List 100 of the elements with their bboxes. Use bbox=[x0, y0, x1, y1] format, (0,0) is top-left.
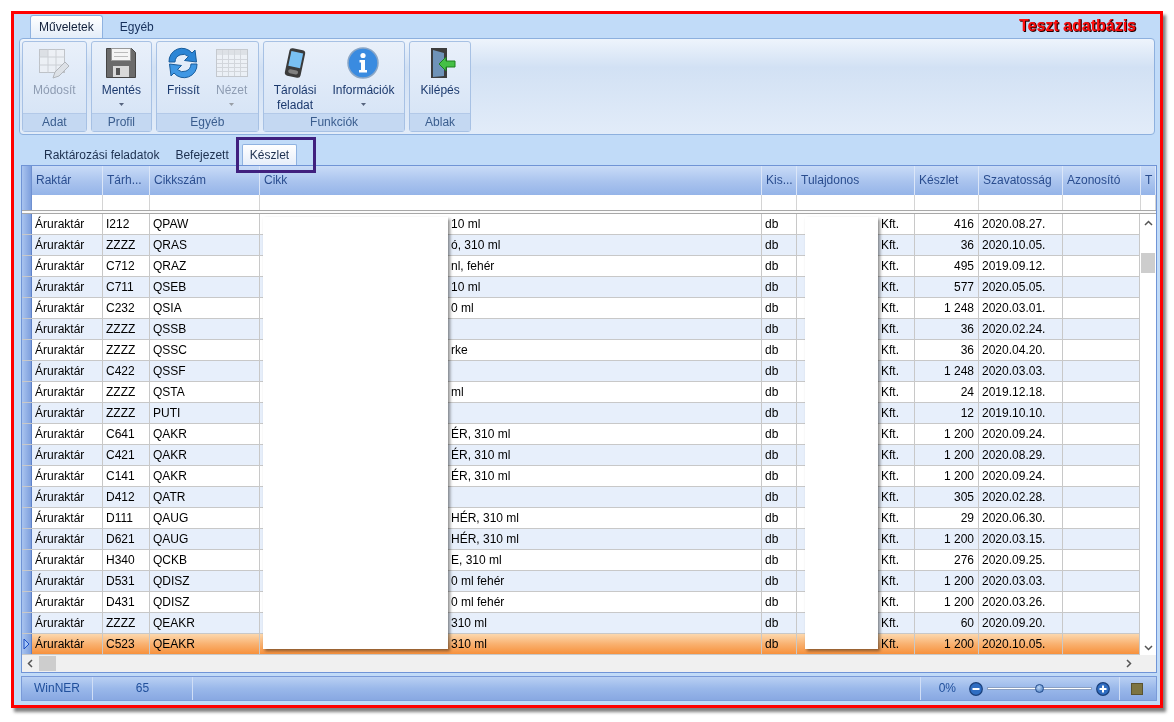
row-selector[interactable] bbox=[22, 508, 32, 528]
view-tab[interactable]: Befejezett bbox=[167, 144, 237, 165]
row-selector[interactable] bbox=[22, 529, 32, 549]
row-selector[interactable] bbox=[22, 256, 32, 276]
ribbon-button[interactable]: Kilépés bbox=[415, 42, 465, 113]
ribbon-button[interactable]: Mentés bbox=[96, 42, 147, 113]
group-label: Profil bbox=[91, 113, 152, 131]
database-label: Teszt adatbázis bbox=[1018, 17, 1136, 35]
group-label: Funkciók bbox=[263, 113, 405, 131]
table-cell: ÉR, 310 ml bbox=[450, 424, 762, 444]
table-cell: 10 ml bbox=[450, 214, 762, 234]
table-cell: 60 bbox=[915, 613, 979, 633]
horizontal-scrollbar[interactable] bbox=[22, 655, 1156, 672]
ribbon-button[interactable]: Frissít bbox=[162, 42, 205, 113]
table-cell: 2020.09.24. bbox=[979, 424, 1063, 444]
table-cell: 1 200 bbox=[915, 634, 979, 654]
scrollbar-thumb[interactable] bbox=[39, 656, 56, 671]
table-cell: db bbox=[762, 613, 797, 633]
row-selector[interactable] bbox=[22, 403, 32, 423]
row-selector[interactable] bbox=[22, 445, 32, 465]
table-cell: QSIA bbox=[150, 298, 260, 318]
row-selector[interactable] bbox=[22, 382, 32, 402]
table-cell: Áruraktár bbox=[32, 445, 103, 465]
table-cell: db bbox=[762, 466, 797, 486]
table-cell: rke bbox=[450, 340, 762, 360]
zoom-in-icon[interactable] bbox=[1096, 681, 1110, 696]
table-cell: 1 200 bbox=[915, 529, 979, 549]
row-selector[interactable] bbox=[22, 613, 32, 633]
table-cell: C141 bbox=[103, 466, 150, 486]
view-tab[interactable]: Készlet bbox=[241, 144, 298, 165]
table-cell: Áruraktár bbox=[32, 550, 103, 570]
table-cell: D531 bbox=[103, 571, 150, 591]
scroll-right-icon[interactable] bbox=[1126, 659, 1132, 668]
table-cell: QSSB bbox=[150, 319, 260, 339]
table-cell: db bbox=[762, 319, 797, 339]
ribbon-button[interactable]: Információk bbox=[327, 42, 400, 113]
table-cell: QEAKR bbox=[150, 613, 260, 633]
row-selector[interactable] bbox=[22, 214, 32, 234]
row-selector[interactable] bbox=[22, 424, 32, 444]
table-cell: db bbox=[762, 235, 797, 255]
table-cell: 310 ml bbox=[450, 613, 762, 633]
ribbon-tab[interactable]: Műveletek bbox=[30, 15, 103, 38]
row-selector[interactable] bbox=[22, 340, 32, 360]
view-tab[interactable]: Raktározási feladatok bbox=[36, 144, 168, 165]
table-cell: db bbox=[762, 256, 797, 276]
table-cell: 1 200 bbox=[915, 571, 979, 591]
row-selector[interactable] bbox=[22, 277, 32, 297]
zoom-slider[interactable] bbox=[987, 687, 1092, 690]
table-cell: 36 bbox=[915, 235, 979, 255]
row-selector[interactable] bbox=[22, 592, 32, 612]
table-cell: Kft. bbox=[880, 613, 915, 633]
row-selector[interactable] bbox=[22, 319, 32, 339]
square-icon bbox=[1131, 682, 1143, 695]
table-cell: QEAKR bbox=[150, 634, 260, 654]
scrollbar-thumb[interactable] bbox=[1141, 253, 1155, 273]
row-selector[interactable] bbox=[22, 634, 32, 654]
table-cell: 0 ml bbox=[450, 298, 762, 318]
row-selector[interactable] bbox=[22, 361, 32, 381]
table-cell: Kft. bbox=[880, 277, 915, 297]
table-cell: Kft. bbox=[880, 298, 915, 318]
ribbon-button[interactable]: Tárolási feladat bbox=[268, 42, 322, 113]
table-cell: Áruraktár bbox=[32, 634, 103, 654]
table-cell: 577 bbox=[915, 277, 979, 297]
row-selector[interactable] bbox=[22, 235, 32, 255]
table-cell: Áruraktár bbox=[32, 235, 103, 255]
table-cell: Áruraktár bbox=[32, 361, 103, 381]
zoom-out-icon[interactable] bbox=[969, 681, 983, 696]
status-panel: WinNER bbox=[22, 677, 93, 700]
ribbon-tab[interactable]: Egyéb bbox=[110, 15, 163, 38]
scroll-down-icon[interactable] bbox=[1143, 645, 1153, 651]
table-cell: 305 bbox=[915, 487, 979, 507]
table-cell: Áruraktár bbox=[32, 466, 103, 486]
table-cell: 2020.03.03. bbox=[979, 571, 1063, 591]
table-cell: 2020.10.05. bbox=[979, 634, 1063, 654]
table-cell: ÉR, 310 ml bbox=[450, 445, 762, 465]
row-selector[interactable] bbox=[22, 571, 32, 591]
table-cell: 2020.02.24. bbox=[979, 319, 1063, 339]
table-cell: Kft. bbox=[880, 319, 915, 339]
table-cell: ÉR, 310 ml bbox=[450, 466, 762, 486]
row-selector[interactable] bbox=[22, 550, 32, 570]
table-cell: 36 bbox=[915, 319, 979, 339]
table-cell: 36 bbox=[915, 340, 979, 360]
table-cell: 2020.02.28. bbox=[979, 487, 1063, 507]
row-selector[interactable] bbox=[22, 298, 32, 318]
table-cell: db bbox=[762, 424, 797, 444]
table-cell: 2019.12.18. bbox=[979, 382, 1063, 402]
table-cell: QDISZ bbox=[150, 571, 260, 591]
scroll-up-icon[interactable] bbox=[1143, 220, 1153, 226]
row-selector[interactable] bbox=[22, 487, 32, 507]
table-cell: 12 bbox=[915, 403, 979, 423]
table-cell: 2020.03.01. bbox=[979, 298, 1063, 318]
zoom-slider-thumb[interactable] bbox=[1035, 684, 1044, 693]
table-cell: db bbox=[762, 445, 797, 465]
table-cell: QPAW bbox=[150, 214, 260, 234]
table-cell: Áruraktár bbox=[32, 382, 103, 402]
table-cell: Kft. bbox=[880, 214, 915, 234]
grid-icon bbox=[215, 47, 248, 79]
table-cell: db bbox=[762, 277, 797, 297]
scroll-left-icon[interactable] bbox=[27, 659, 33, 668]
row-selector[interactable] bbox=[22, 466, 32, 486]
